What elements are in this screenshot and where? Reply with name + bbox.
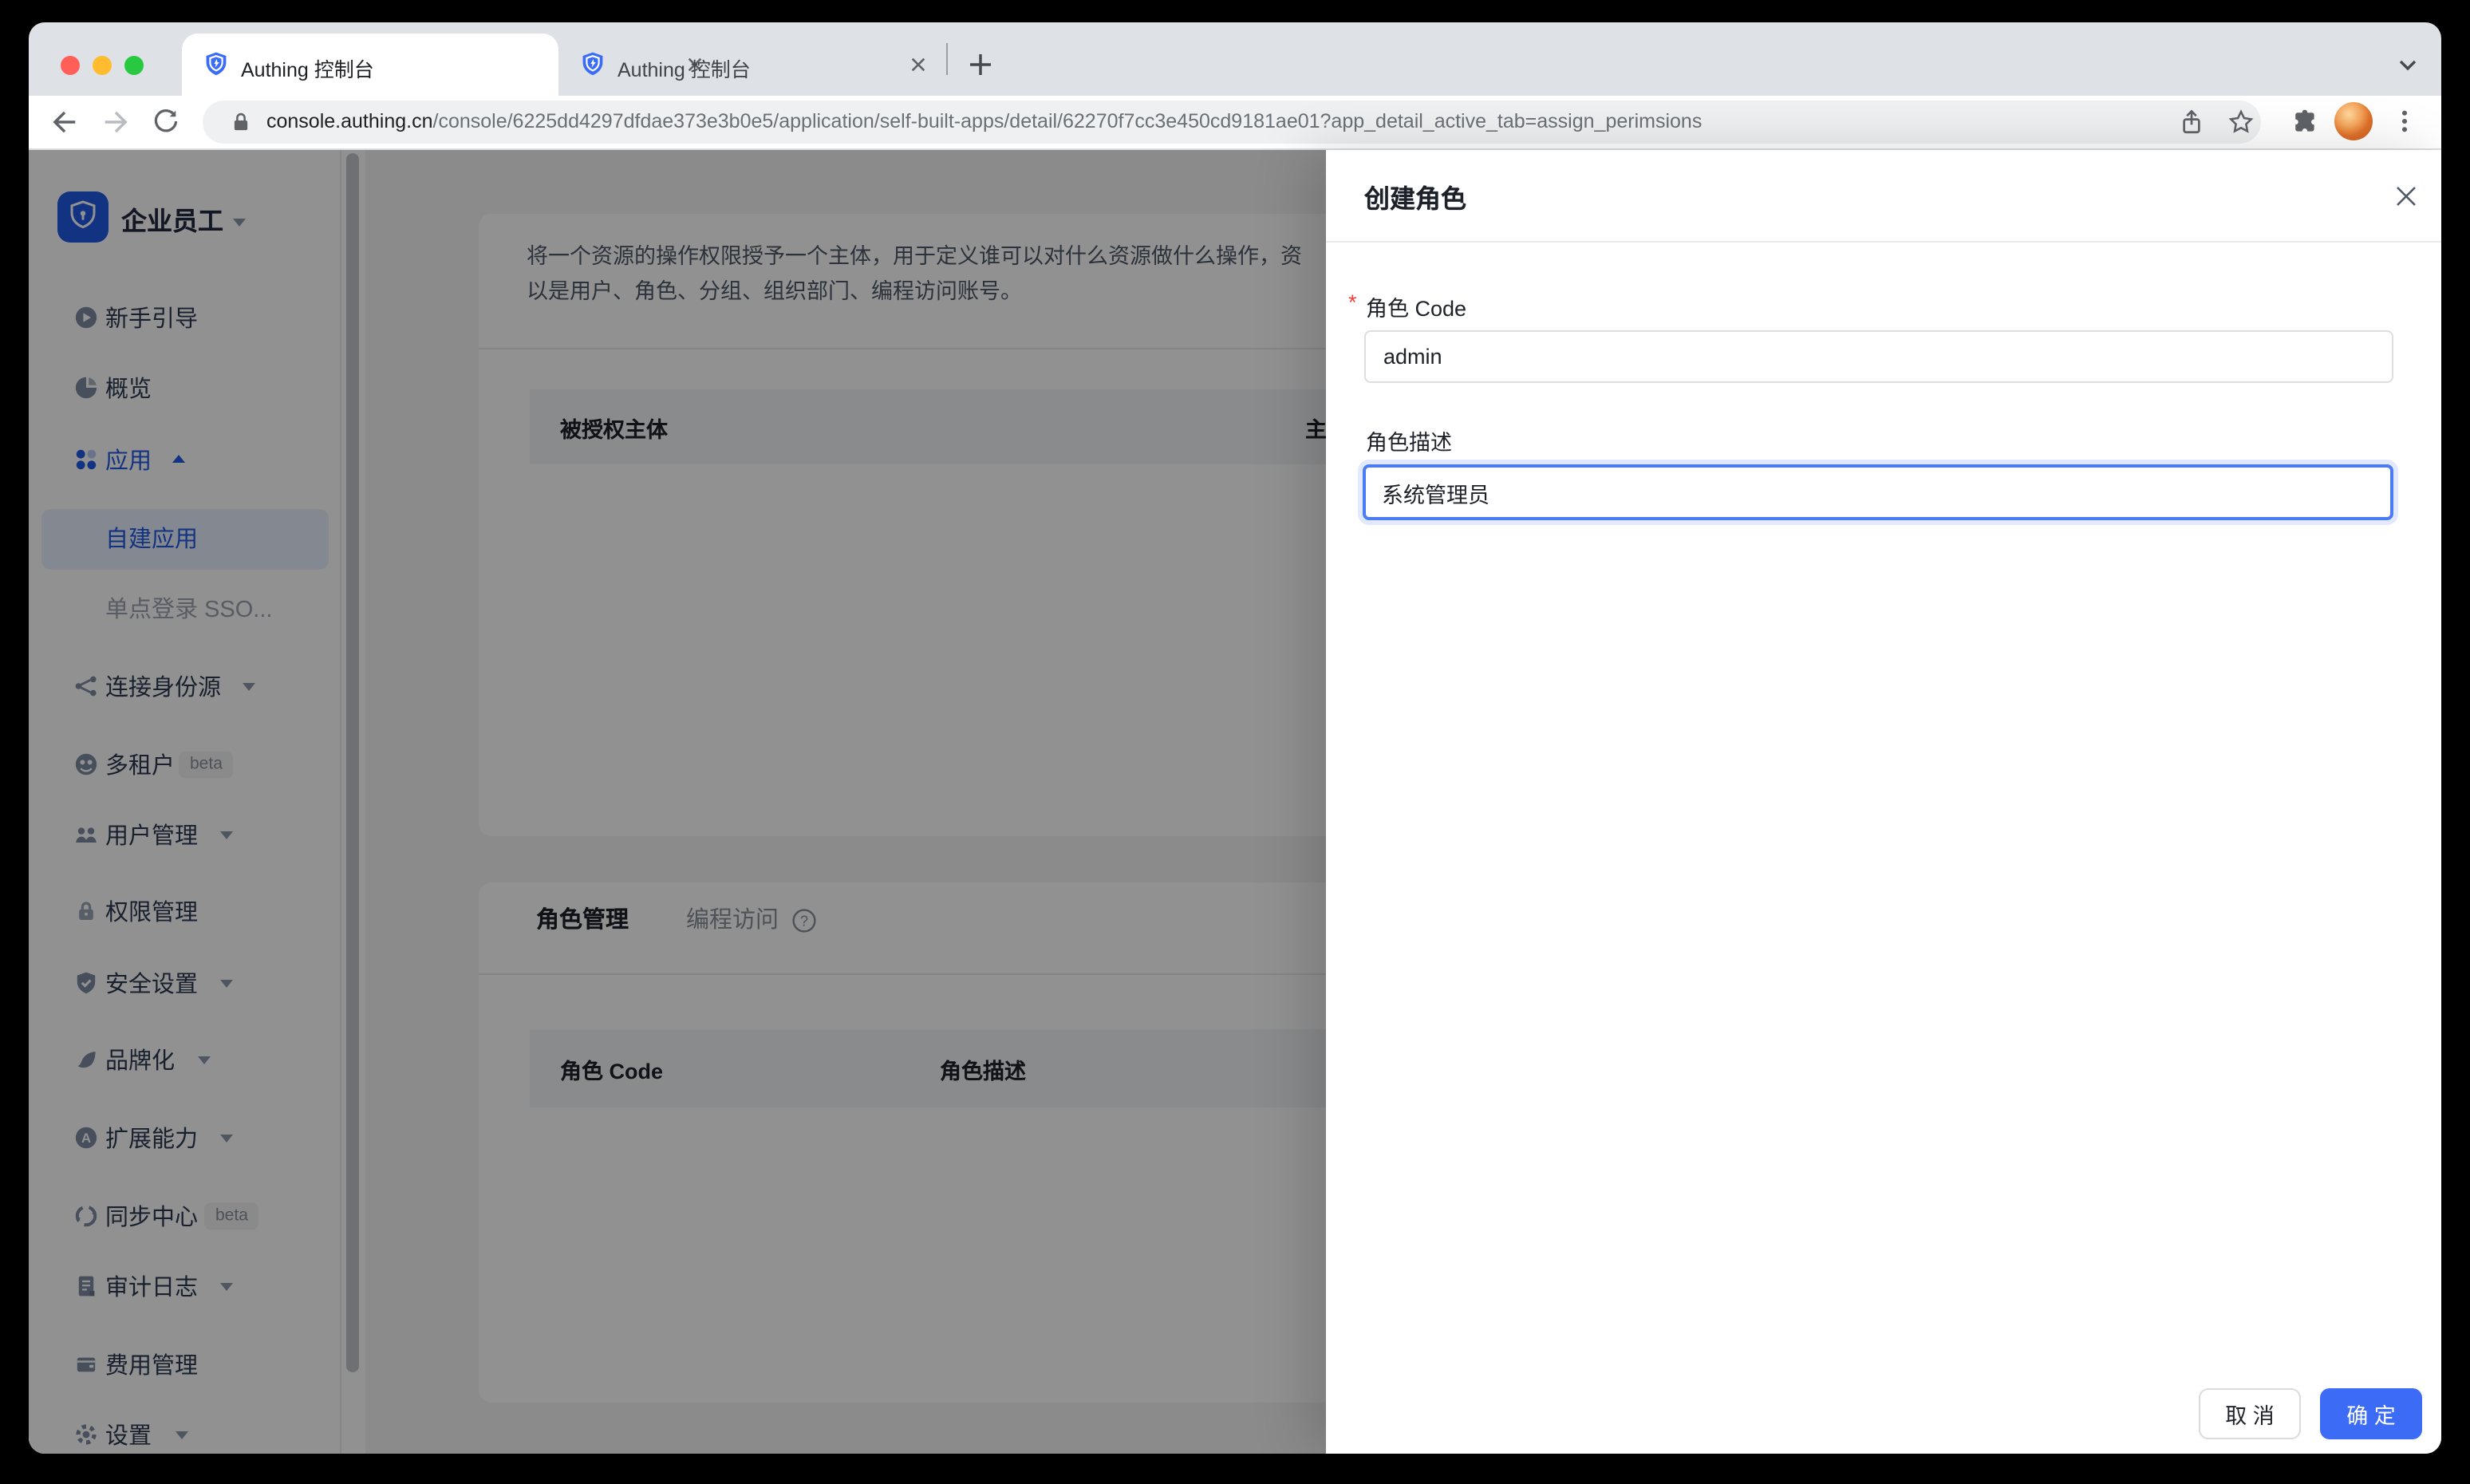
authing-favicon-shield-icon: [579, 51, 606, 78]
url-host: console.authing.cn: [266, 110, 433, 132]
url-path: /console/6225dd4297dfdae373e3b0e5/applic…: [433, 110, 1703, 132]
tab-title: Authing 控制台: [618, 53, 751, 83]
tab-authing-console-1[interactable]: Authing 控制台: [182, 34, 558, 96]
cancel-button[interactable]: 取 消: [2199, 1388, 2301, 1439]
three-dots-icon: [2390, 107, 2419, 136]
reload-button[interactable]: [147, 102, 185, 140]
tab-authing-console-2[interactable]: Authing 控制台: [568, 34, 945, 96]
tab-title: Authing 控制台: [241, 53, 374, 83]
create-role-drawer: 创建角色 * 角色 Code 角色描述 取 消 确 定: [1326, 150, 2441, 1454]
authing-favicon-shield-icon: [203, 51, 230, 78]
console-page: 企业员工 新手引导 概览: [29, 150, 2441, 1454]
forward-button[interactable]: [96, 102, 134, 140]
role-code-input[interactable]: [1364, 330, 2393, 383]
role-desc-label: 角色描述: [1366, 424, 1452, 456]
share-icon[interactable]: [2178, 109, 2205, 136]
close-window-button[interactable]: [61, 56, 80, 75]
browser-window: Authing 控制台 Authing 控制台: [29, 22, 2441, 1454]
drawer-close-icon[interactable]: [2393, 184, 2419, 209]
browser-menu-button[interactable]: [2385, 102, 2424, 140]
reload-icon: [152, 107, 180, 136]
confirm-button[interactable]: 确 定: [2320, 1388, 2422, 1439]
browser-toolbar: console.authing.cn/console/6225dd4297dfd…: [29, 96, 2441, 150]
new-tab-plus-icon[interactable]: [967, 51, 994, 78]
arrow-right-icon: [100, 106, 130, 136]
lock-icon: [230, 110, 252, 134]
url-text: console.authing.cn/console/6225dd4297dfd…: [266, 101, 1702, 144]
address-bar[interactable]: console.authing.cn/console/6225dd4297dfd…: [203, 101, 2261, 144]
tab-divider: [946, 43, 948, 75]
zoom-window-button[interactable]: [124, 56, 144, 75]
arrow-left-icon: [49, 106, 79, 136]
back-button[interactable]: [45, 102, 83, 140]
minimize-window-button[interactable]: [93, 56, 112, 75]
extensions-button[interactable]: [2285, 102, 2323, 140]
bookmark-star-icon[interactable]: [2227, 109, 2255, 136]
drawer-header-divider: [1326, 241, 2441, 243]
role-desc-input[interactable]: [1363, 464, 2393, 520]
profile-avatar[interactable]: [2334, 102, 2373, 140]
tab-close-icon[interactable]: [909, 56, 927, 73]
puzzle-icon: [2290, 107, 2318, 136]
required-asterisk: *: [1348, 290, 1357, 314]
screen: Authing 控制台 Authing 控制台: [0, 0, 2470, 1484]
drawer-title: 创建角色: [1364, 177, 1466, 215]
tab-search-chevron-down-icon[interactable]: [2397, 56, 2419, 75]
role-code-label: 角色 Code: [1366, 290, 1466, 322]
